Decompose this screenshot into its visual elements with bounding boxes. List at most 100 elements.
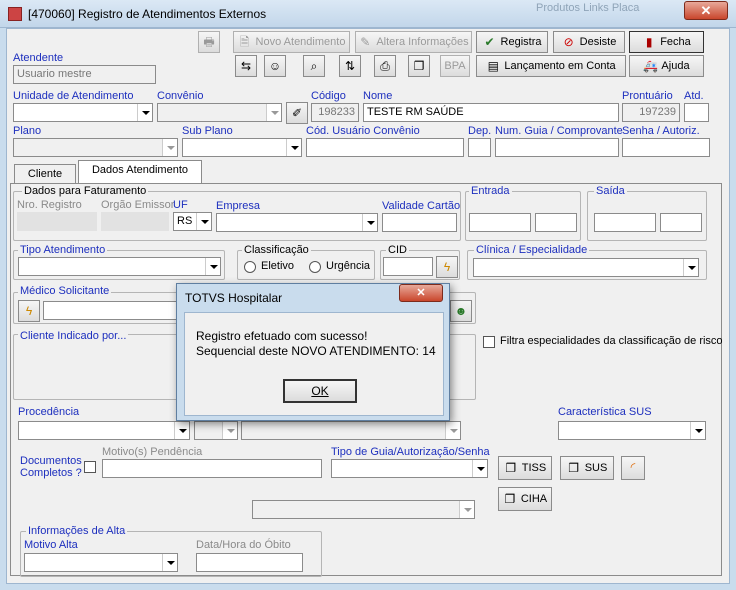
copy-icon[interactable]: ❐	[408, 55, 430, 77]
validade-field[interactable]	[382, 213, 457, 232]
background-taskbar-text: Produtos Links Placa	[536, 2, 640, 14]
rainbow-chart-icon[interactable]: ◜	[621, 456, 645, 480]
ok-button[interactable]: OK	[283, 379, 357, 403]
tipo-atendimento-label: Tipo Atendimento	[18, 244, 108, 256]
chevron-down-icon	[162, 554, 177, 571]
eraser-icon[interactable]: ✐	[286, 102, 308, 124]
registra-button[interactable]: ✔ Registra	[476, 31, 548, 53]
print-icon[interactable]: 🖶	[198, 31, 220, 53]
exit-door-icon: ▮	[645, 35, 653, 50]
entrada-date-field[interactable]	[469, 213, 531, 232]
eletivo-radio[interactable]	[244, 261, 256, 273]
window-close-button[interactable]: ✕	[684, 1, 728, 20]
saida-label: Saída	[594, 185, 627, 197]
chevron-down-icon	[472, 460, 487, 477]
plano-select[interactable]	[13, 138, 178, 157]
motivo-alta-select[interactable]	[24, 553, 178, 572]
cod-usuario-field[interactable]	[306, 138, 464, 157]
lancamento-conta-button[interactable]: ▤ Lançamento em Conta	[476, 55, 626, 77]
faturamento-group-label: Dados para Faturamento	[22, 185, 149, 197]
medico-field[interactable]	[43, 301, 178, 320]
novo-atendimento-button[interactable]: 🗎 Novo Atendimento	[233, 31, 350, 53]
cid-field[interactable]	[383, 257, 433, 276]
codigo-field[interactable]: 198233	[311, 103, 359, 122]
saida-date-field[interactable]	[594, 213, 656, 232]
tipo-guia-select[interactable]	[331, 459, 488, 478]
num-guia-field[interactable]	[495, 138, 619, 157]
plano-label: Plano	[13, 125, 42, 137]
clinica-label: Clínica / Especialidade	[474, 244, 590, 256]
procedencia-detail-select[interactable]	[241, 421, 461, 440]
subplano-select[interactable]	[182, 138, 302, 157]
chevron-down-icon	[690, 422, 705, 439]
dialog-body: Registro efetuado com sucesso! Sequencia…	[184, 312, 444, 416]
entrada-time-field[interactable]	[535, 213, 577, 232]
sort-icon[interactable]: ⇅	[339, 55, 361, 77]
printer-icon[interactable]: ⎙	[374, 55, 396, 77]
procedencia-select[interactable]	[18, 421, 190, 440]
extra-select[interactable]	[252, 500, 475, 519]
tab-cliente[interactable]: Cliente	[14, 164, 76, 184]
orgao-emissor-label: Orgão Emissor	[101, 199, 175, 211]
convenio-select[interactable]	[157, 103, 282, 122]
ok-label: OK	[311, 384, 329, 398]
senha-field[interactable]	[622, 138, 710, 157]
tiss-button[interactable]: ❐ TISS	[498, 456, 552, 480]
motivo-alta-label: Motivo Alta	[24, 539, 78, 551]
clinica-select[interactable]	[473, 258, 699, 277]
documentos-checkbox[interactable]	[84, 461, 96, 473]
dialog-close-button[interactable]: ✕	[399, 284, 443, 302]
medico-label: Médico Solicitante	[18, 285, 112, 297]
saida-time-field[interactable]	[660, 213, 702, 232]
urgencia-radio[interactable]	[309, 261, 321, 273]
bpa-button[interactable]: BPA	[440, 55, 470, 77]
dep-field[interactable]	[468, 138, 491, 157]
procedencia-sub-select[interactable]	[194, 421, 238, 440]
cod-usuario-label: Cód. Usuário Convênio	[306, 125, 420, 137]
uf-value: RS	[177, 215, 193, 227]
fecha-button[interactable]: ▮ Fecha	[629, 31, 704, 53]
unidade-label: Unidade de Atendimento	[13, 90, 134, 102]
atendente-field[interactable]: Usuario mestre	[13, 65, 156, 84]
doctor-icon[interactable]: ☻	[450, 300, 472, 322]
chevron-down-icon	[459, 501, 474, 518]
uf-select[interactable]: RS	[173, 212, 212, 231]
motivo-pendencia-field[interactable]	[102, 459, 322, 478]
tipo-atendimento-select[interactable]	[18, 257, 221, 276]
cid-label: CID	[386, 244, 409, 256]
document-icon: ❐	[505, 461, 517, 476]
search-icon[interactable]: ⌕	[303, 55, 325, 77]
desiste-button[interactable]: ⊘ Desiste	[553, 31, 625, 53]
account-icon: ▤	[487, 59, 500, 74]
atd-field[interactable]	[684, 103, 709, 122]
chevron-down-icon	[683, 259, 698, 276]
ajuda-button[interactable]: 🚑 Ajuda	[629, 55, 704, 77]
nro-registro-field[interactable]	[17, 212, 97, 231]
edit-record-icon: ✎	[360, 35, 371, 50]
empresa-select[interactable]	[216, 213, 378, 232]
ciha-button[interactable]: ❐ CIHA	[498, 487, 552, 511]
motivo-pendencia-label: Motivo(s) Pendência	[102, 446, 203, 458]
sus-label: SUS	[584, 462, 608, 474]
caracteristica-sus-select[interactable]	[558, 421, 706, 440]
altera-informacoes-button[interactable]: ✎ Altera Informações	[355, 31, 472, 53]
filtra-checkbox[interactable]	[483, 336, 495, 348]
data-obito-field[interactable]	[196, 553, 303, 572]
unidade-select[interactable]	[13, 103, 153, 122]
chevron-down-icon	[137, 104, 152, 121]
urgencia-label: Urgência	[326, 260, 371, 272]
chevron-down-icon	[362, 214, 377, 231]
eletivo-label: Eletivo	[261, 260, 295, 272]
lightning-search-icon[interactable]: ϟ	[436, 256, 458, 278]
lightning-search-icon[interactable]: ϟ	[18, 300, 40, 322]
prontuario-field[interactable]: 197239	[622, 103, 680, 122]
message-dialog: TOTVS Hospitalar ✕ Registro efetuado com…	[176, 283, 450, 421]
check-icon: ✔	[484, 35, 495, 50]
uf-label: UF	[173, 199, 188, 211]
tab-dados-atendimento[interactable]: Dados Atendimento	[78, 160, 202, 184]
sus-button[interactable]: ❐ SUS	[560, 456, 614, 480]
transfer-icon[interactable]: ⇆	[235, 55, 257, 77]
user-icon[interactable]: ☺	[264, 55, 286, 77]
nome-field[interactable]: TESTE RM SAÚDE	[363, 103, 619, 122]
orgao-emissor-field[interactable]	[101, 212, 169, 231]
